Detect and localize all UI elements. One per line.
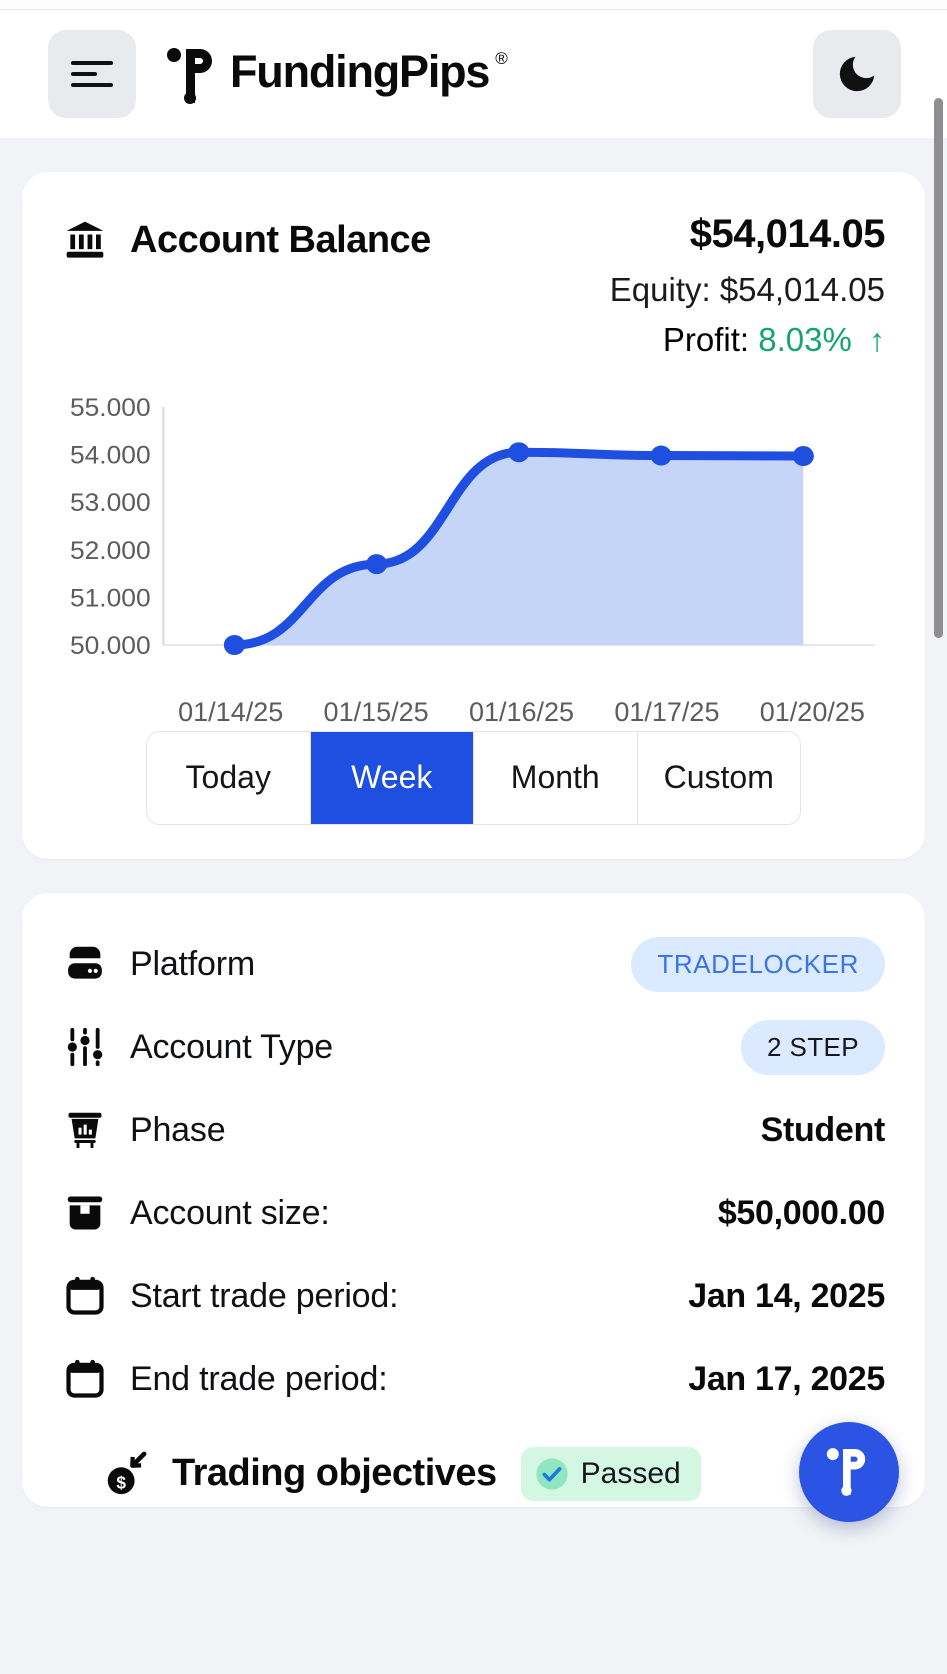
detail-row-end-period: End trade period: Jan 17, 2025: [62, 1338, 885, 1421]
profit-up-arrow-icon: ↑: [869, 321, 885, 358]
x-tick-label: 01/16/25: [468, 696, 575, 727]
detail-label-group: Account Type: [62, 1024, 333, 1070]
detail-label: End trade period:: [130, 1359, 388, 1398]
detail-label-group: Start trade period:: [62, 1273, 399, 1319]
detail-row-account-type: Account Type 2 STEP: [62, 1006, 885, 1089]
chart-data-point: [223, 634, 245, 655]
detail-label: Phase: [130, 1110, 226, 1149]
detail-label-group: Phase: [62, 1107, 226, 1153]
money-target-icon: $: [107, 1451, 147, 1494]
y-tick-label: 50.000: [70, 632, 151, 659]
svg-text:$: $: [116, 1472, 126, 1492]
platform-badge: TRADELOCKER: [631, 936, 885, 992]
detail-label: Platform: [130, 944, 255, 983]
objectives-status-badge: Passed: [520, 1446, 701, 1501]
support-chat-fab[interactable]: [799, 1422, 899, 1522]
chart-data-point: [366, 553, 388, 574]
profit-label: Profit:: [662, 320, 750, 358]
range-option-custom[interactable]: Custom: [637, 731, 800, 824]
detail-label-group: End trade period:: [62, 1356, 388, 1402]
detail-label-group: Account size:: [62, 1190, 330, 1236]
y-tick-label: 54.000: [70, 442, 151, 469]
fundingpips-logo-icon: [826, 1448, 866, 1496]
start-period-value: Jan 14, 2025: [688, 1276, 885, 1315]
hamburger-menu-button[interactable]: [48, 30, 136, 118]
brand-name: FundingPips: [230, 46, 490, 97]
y-tick-label: 51.000: [70, 585, 151, 612]
range-option-month[interactable]: Month: [474, 731, 638, 824]
status-strip: [0, 0, 947, 10]
phase-value: Student: [760, 1110, 886, 1149]
check-circle-icon: [536, 1458, 568, 1490]
calendar-icon: [66, 1360, 104, 1398]
y-tick-label: 55.000: [70, 394, 151, 421]
y-tick-label: 53.000: [70, 490, 151, 517]
page-scrollbar[interactable]: [934, 98, 943, 638]
x-tick-label: 01/14/25: [178, 696, 284, 727]
account-type-badge: 2 STEP: [741, 1019, 885, 1075]
equity-row: Equity: $54,014.05: [610, 271, 885, 309]
detail-row-platform: Platform TRADELOCKER: [62, 923, 885, 1006]
equity-label: Equity:: [609, 270, 711, 308]
y-tick-label: 52.000: [70, 537, 151, 564]
detail-label-group: Platform: [62, 941, 255, 987]
server-icon: [68, 946, 102, 979]
profit-row: Profit: 8.03% ↑: [610, 321, 885, 359]
page-title: Account Balance: [130, 218, 431, 261]
account-details-card: Platform TRADELOCKER Account Type 2 STEP…: [22, 892, 925, 1507]
detail-row-account-size: Account size: $50,000.00: [62, 1172, 885, 1255]
trading-objectives-section: $ Trading objectives Passed: [62, 1421, 885, 1501]
trading-objectives-title: Trading objectives: [172, 1452, 497, 1495]
moon-icon: [839, 56, 875, 92]
balance-values: $54,014.05 Equity: $54,014.05 Profit: 8.…: [610, 212, 886, 359]
range-selector: Today Week Month Custom: [146, 730, 801, 825]
chart-data-point: [650, 445, 672, 466]
range-option-today[interactable]: Today: [147, 731, 311, 824]
balance-title-group: Account Balance: [62, 212, 431, 262]
app-header: FundingPips ®: [0, 10, 947, 138]
chart-x-axis: 01/14/25 01/15/25 01/16/25 01/17/25 01/2…: [62, 697, 885, 728]
chart-board-icon: [68, 1112, 102, 1149]
x-tick-label: 01/20/25: [759, 696, 865, 727]
brand-registered-mark: ®: [495, 49, 508, 68]
fundingpips-logo-icon: [167, 48, 212, 104]
hamburger-menu-icon: [71, 61, 113, 87]
bank-icon: [66, 221, 104, 258]
profit-value: 8.03%: [758, 320, 852, 358]
detail-row-start-period: Start trade period: Jan 14, 2025: [62, 1255, 885, 1338]
objectives-status-text: Passed: [580, 1456, 681, 1490]
detail-label: Account Type: [130, 1027, 333, 1066]
x-tick-label: 01/15/25: [323, 696, 429, 727]
calendar-icon: [66, 1277, 104, 1315]
balance-summary: Account Balance $54,014.05 Equity: $54,0…: [62, 212, 886, 359]
detail-label: Start trade period:: [130, 1276, 399, 1315]
balance-chart: 55.000 54.000 53.000 52.000 51.000 50.000 01/…: [62, 393, 885, 727]
x-tick-label: 01/17/25: [614, 696, 720, 727]
chart-data-point: [508, 441, 530, 462]
detail-label: Account size:: [130, 1193, 330, 1232]
equity-value: $54,014.05: [719, 270, 885, 308]
balance-amount: $54,014.05: [689, 212, 886, 256]
app-viewport: FundingPips ® Account Balance $54,014.05…: [0, 0, 947, 1674]
chart-data-point: [792, 445, 814, 466]
detail-row-phase: Phase Student: [62, 1089, 885, 1172]
end-period-value: Jan 17, 2025: [688, 1359, 885, 1398]
range-option-week[interactable]: Week: [310, 731, 474, 824]
archive-icon: [67, 1196, 103, 1230]
sliders-icon: [67, 1028, 103, 1067]
theme-toggle-button[interactable]: [813, 30, 901, 118]
account-balance-card: Account Balance $54,014.05 Equity: $54,0…: [22, 172, 925, 859]
brand-logo[interactable]: FundingPips ®: [166, 43, 508, 105]
balance-chart-svg: 55.000 54.000 53.000 52.000 51.000 50.000: [70, 394, 875, 660]
account-size-value: $50,000.00: [717, 1193, 885, 1232]
